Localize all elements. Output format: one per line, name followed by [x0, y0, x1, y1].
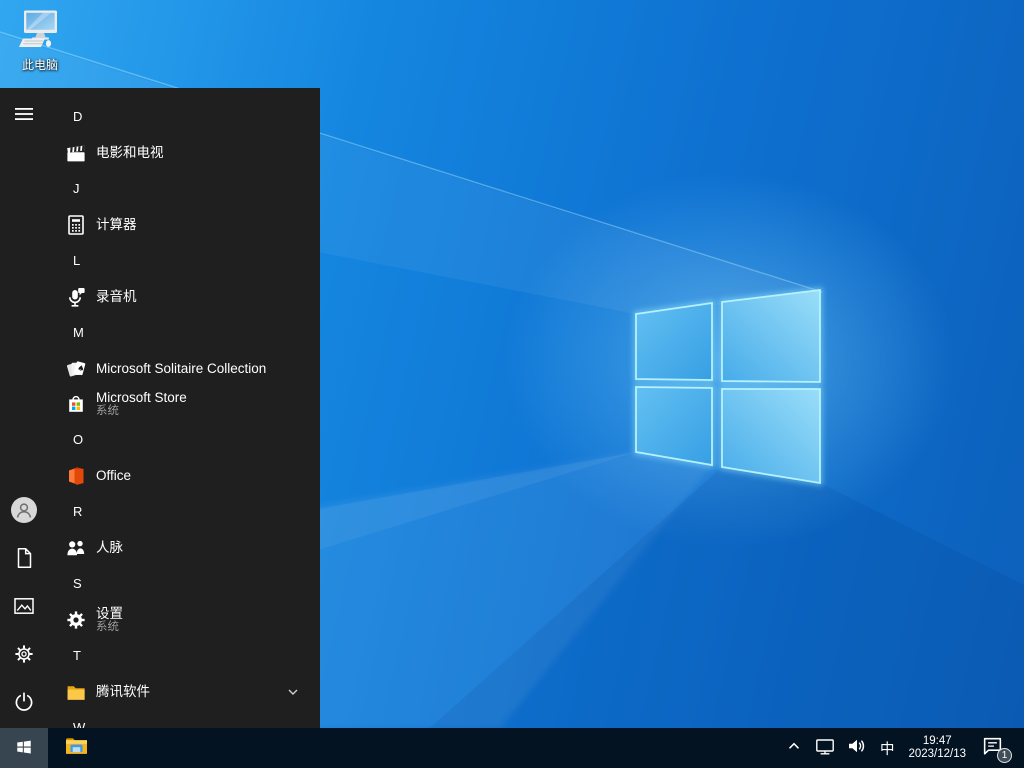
app-section-letter[interactable]: W — [48, 709, 320, 728]
calculator-icon — [64, 213, 88, 237]
network-button[interactable] — [809, 728, 841, 768]
app-item-texts: 电影和电视 — [96, 145, 164, 160]
pictures-icon — [12, 594, 36, 623]
app-item-texts: Microsoft Solitaire Collection — [96, 361, 266, 376]
app-item[interactable]: Microsoft Store 系统 — [48, 386, 320, 421]
office-icon — [64, 464, 88, 488]
folder-icon — [64, 680, 88, 704]
app-item-sublabel: 系统 — [96, 404, 119, 417]
app-item-label: 电影和电视 — [96, 145, 164, 160]
power-button[interactable] — [0, 680, 48, 728]
document-icon — [12, 546, 36, 575]
file-explorer-button[interactable] — [52, 728, 100, 768]
hidden-icons-button[interactable] — [779, 728, 809, 768]
app-section-letter[interactable]: R — [48, 493, 320, 530]
taskbar-empty-area — [100, 728, 779, 768]
desktop: 此电脑 D 电影和电视 J 计算器 L 录音机 M ♠ Microsoft So… — [0, 0, 1024, 768]
system-tray: 中 19:47 2023/12/13 1 — [779, 728, 1024, 768]
app-item[interactable]: 录音机 — [48, 279, 320, 314]
app-section-letter[interactable]: L — [48, 242, 320, 279]
desktop-icon-label: 此电脑 — [21, 58, 58, 72]
expand-menu-button[interactable] — [0, 92, 48, 140]
voice-recorder-icon — [64, 285, 88, 309]
app-section-letter[interactable]: T — [48, 637, 320, 674]
app-item-label: Office — [96, 468, 132, 483]
app-item[interactable]: 电影和电视 — [48, 135, 320, 170]
account-button[interactable] — [0, 488, 48, 536]
app-item-texts: Office — [96, 468, 131, 483]
start-app-list: D 电影和电视 J 计算器 L 录音机 M ♠ Microsoft Solitaire Coll… — [48, 88, 320, 728]
app-section-letter[interactable]: J — [48, 170, 320, 207]
chevron-up-icon — [784, 736, 804, 761]
clock[interactable]: 19:47 2023/12/13 — [901, 728, 973, 768]
app-item-texts: Microsoft Store 系统 — [96, 390, 187, 418]
app-section-letter[interactable]: M — [48, 314, 320, 351]
action-center-button[interactable]: 1 — [973, 728, 1016, 768]
app-item-label: 录音机 — [96, 289, 137, 304]
app-item-texts: 设置 系统 — [96, 606, 123, 634]
documents-button[interactable] — [0, 536, 48, 584]
app-item-label: 腾讯软件 — [96, 684, 150, 699]
app-item-label: Microsoft Solitaire Collection — [96, 361, 267, 376]
app-item[interactable]: Office — [48, 458, 320, 493]
app-item[interactable]: 计算器 — [48, 207, 320, 242]
app-item-label: 人脉 — [96, 540, 123, 555]
start-rail — [0, 88, 48, 728]
ime-indicator[interactable]: 中 — [873, 728, 902, 768]
avatar-icon — [10, 496, 38, 529]
people-icon — [64, 536, 88, 560]
taskbar: 中 19:47 2023/12/13 1 — [0, 728, 1024, 768]
app-section-letter[interactable]: O — [48, 421, 320, 458]
clock-time: 19:47 — [922, 735, 952, 747]
windows-logo-icon — [15, 737, 33, 760]
start-menu: D 电影和电视 J 计算器 L 录音机 M ♠ Microsoft Solitaire Coll… — [0, 88, 320, 728]
app-item-label: Microsoft Store — [96, 389, 187, 405]
gear-outline-icon — [12, 642, 36, 671]
file-explorer-icon — [63, 734, 90, 763]
settings-button[interactable] — [0, 632, 48, 680]
app-item-texts: 人脉 — [96, 540, 123, 555]
app-item[interactable]: 设置 系统 — [48, 602, 320, 637]
pictures-button[interactable] — [0, 584, 48, 632]
app-item-texts: 计算器 — [96, 217, 137, 232]
app-item-label: 设置 — [96, 605, 123, 621]
network-icon — [814, 735, 836, 762]
notification-badge: 1 — [997, 748, 1012, 763]
app-item-sublabel: 系统 — [96, 620, 119, 633]
solitaire-icon: ♠ — [64, 357, 88, 381]
power-icon — [12, 690, 36, 719]
hamburger-icon — [12, 102, 36, 131]
speaker-icon — [846, 735, 868, 762]
clock-date: 2023/12/13 — [908, 748, 966, 760]
start-button[interactable] — [0, 728, 48, 768]
app-item[interactable]: 人脉 — [48, 530, 320, 565]
app-section-letter[interactable]: D — [48, 98, 320, 135]
store-icon — [64, 392, 88, 416]
this-pc-icon — [16, 8, 64, 55]
app-item[interactable]: 腾讯软件 — [48, 674, 320, 709]
movies-tv-icon — [64, 141, 88, 165]
settings-gear-icon — [64, 608, 88, 632]
desktop-icon-this-pc[interactable]: 此电脑 — [12, 8, 68, 73]
app-item-texts: 腾讯软件 — [96, 684, 150, 699]
chevron-down-icon — [286, 685, 300, 699]
volume-button[interactable] — [841, 728, 873, 768]
app-item-label: 计算器 — [96, 217, 137, 232]
app-item[interactable]: ♠ Microsoft Solitaire Collection — [48, 351, 320, 386]
app-section-letter[interactable]: S — [48, 565, 320, 602]
svg-text:♠: ♠ — [76, 363, 85, 374]
app-item-texts: 录音机 — [96, 289, 137, 304]
